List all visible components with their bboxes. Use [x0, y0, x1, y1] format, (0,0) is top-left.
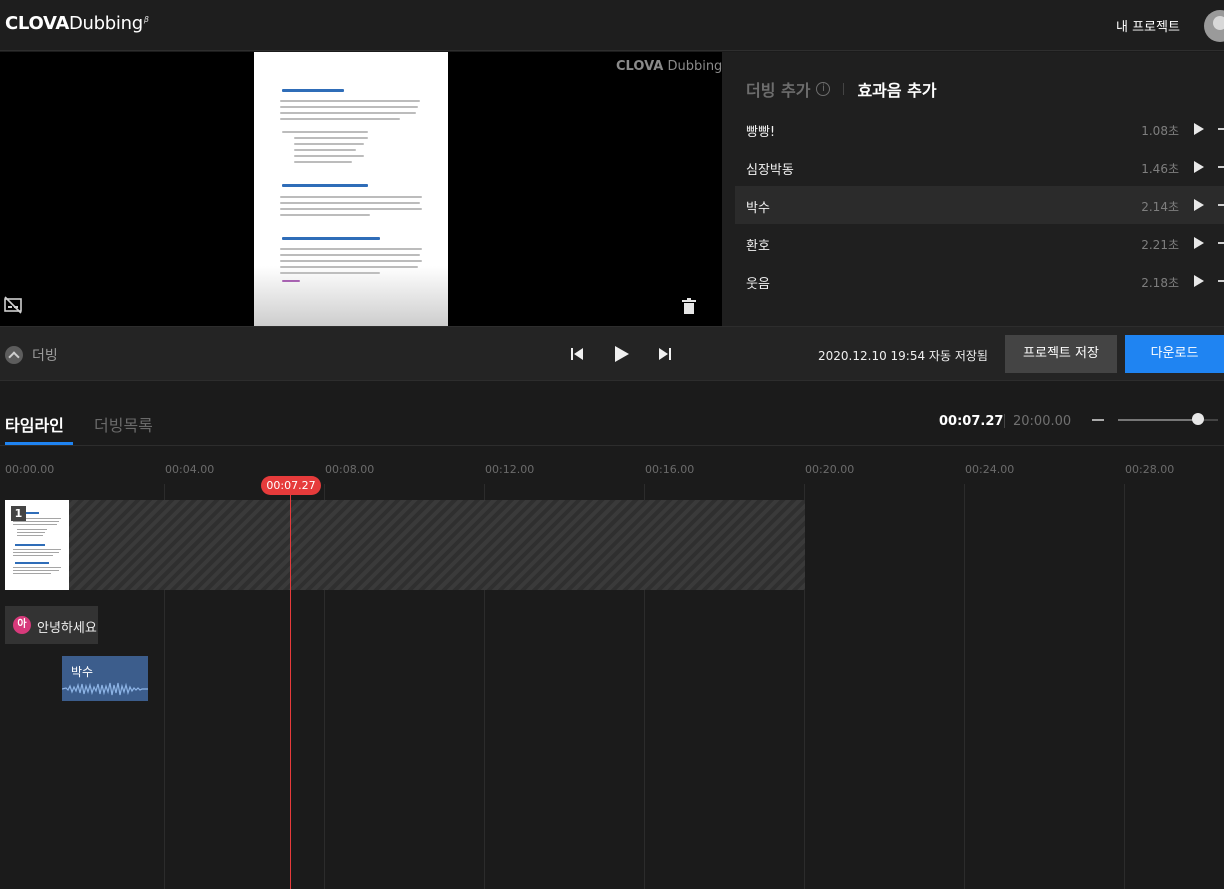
- time-ruler-tick: 00:24.00: [965, 463, 1015, 476]
- total-time: 20:00.00: [1013, 414, 1072, 429]
- watermark-main: CLOVA: [616, 59, 664, 74]
- sound-effect-clip-label: 박수: [71, 665, 94, 679]
- time-ruler-tick: 00:12.00: [485, 463, 535, 476]
- active-tab-indicator: [5, 442, 73, 445]
- my-projects-link[interactable]: 내 프로젝트: [1116, 16, 1180, 35]
- preview-document-page: [254, 52, 448, 326]
- info-icon[interactable]: i: [816, 82, 831, 96]
- autosave-status: 2020.12.10 19:54 자동 저장됨: [818, 349, 988, 363]
- collapse-label: 더빙: [32, 348, 58, 364]
- time-ruler-tick: 00:16.00: [645, 463, 695, 476]
- logo-beta-mark: β: [143, 15, 149, 24]
- sound-effects-panel: 더빙 추가 i 효과음 추가 빵빵! 1.08초 심장박동 1.46초 박수 2…: [722, 52, 1224, 326]
- sound-effect-name: 빵빵!: [746, 125, 776, 140]
- zoom-slider-fill: [1118, 419, 1198, 421]
- sound-effect-clip[interactable]: 박수: [62, 656, 148, 701]
- dubbing-clip-text: 안녕하세요: [37, 621, 97, 636]
- panel-tabs: 더빙 추가 i 효과음 추가: [746, 77, 937, 101]
- tab-dubbing-list[interactable]: 더빙목록: [94, 412, 153, 436]
- sound-effect-duration: 2.14초: [1141, 200, 1179, 214]
- dubbing-clip[interactable]: 아 안녕하세요: [5, 606, 98, 644]
- play-icon[interactable]: [612, 345, 630, 363]
- add-icon[interactable]: [1218, 128, 1224, 130]
- playhead-line[interactable]: [290, 485, 291, 889]
- sound-effect-list: 빵빵! 1.08초 심장박동 1.46초 박수 2.14초 환호 2.21초 웃…: [735, 110, 1224, 300]
- sound-effect-item[interactable]: 심장박동 1.46초: [735, 148, 1224, 186]
- subtitle-off-icon[interactable]: [4, 296, 22, 314]
- video-preview: CLOVA Dubbing: [0, 52, 722, 326]
- save-project-button[interactable]: 프로젝트 저장: [1005, 335, 1117, 373]
- sound-effect-name: 박수: [746, 201, 770, 216]
- play-icon[interactable]: [1194, 199, 1204, 211]
- sound-effect-item[interactable]: 환호 2.21초: [735, 224, 1224, 262]
- clip-number-badge: 1: [11, 506, 26, 521]
- play-icon[interactable]: [1194, 161, 1204, 173]
- timeline-track-area[interactable]: 00:00.00 00:04.00 00:08.00 00:12.00 00:16.00…: [0, 447, 1224, 889]
- watermark-sub: Dubbing: [667, 59, 722, 74]
- tab-add-dubbing[interactable]: 더빙 추가: [746, 77, 810, 101]
- time-ruler-tick: 00:04.00: [165, 463, 215, 476]
- tab-timeline[interactable]: 타임라인: [5, 412, 64, 436]
- download-button[interactable]: 다운로드: [1125, 335, 1224, 373]
- tab-add-sound-effect[interactable]: 효과음 추가: [857, 77, 936, 101]
- time-ruler-tick: 00:08.00: [325, 463, 375, 476]
- sound-effect-duration: 1.46초: [1141, 162, 1179, 176]
- sound-effect-duration: 2.21초: [1141, 238, 1179, 252]
- voice-avatar: 아: [13, 616, 31, 634]
- current-time: 00:07.27: [939, 414, 1004, 429]
- preview-watermark: CLOVA Dubbing: [616, 59, 722, 74]
- sound-effect-item[interactable]: 빵빵! 1.08초: [735, 110, 1224, 148]
- play-icon[interactable]: [1194, 237, 1204, 249]
- chevron-up-icon: [5, 346, 23, 364]
- tab-divider: [843, 83, 845, 95]
- time-ruler-tick: 00:00.00: [5, 463, 55, 476]
- zoom-out-icon[interactable]: [1092, 419, 1104, 421]
- app-logo[interactable]: CLOVADubbingβ: [5, 13, 149, 34]
- sound-effect-item-selected[interactable]: 박수 2.14초: [735, 186, 1224, 224]
- playhead-time-label[interactable]: 00:07.27: [261, 476, 321, 495]
- timeline-header: 타임라인 더빙목록 00:07.27 20:00.00: [0, 382, 1224, 446]
- play-icon[interactable]: [1194, 123, 1204, 135]
- sound-effect-duration: 1.08초: [1141, 124, 1179, 138]
- add-icon[interactable]: [1218, 166, 1224, 168]
- add-icon[interactable]: [1218, 242, 1224, 244]
- video-clip[interactable]: 1: [5, 500, 805, 590]
- time-ruler-tick: 00:28.00: [1125, 463, 1175, 476]
- skip-back-icon[interactable]: [568, 345, 586, 363]
- sound-effect-name: 웃음: [746, 277, 770, 292]
- time-gridline: [964, 484, 965, 889]
- user-avatar[interactable]: [1204, 10, 1224, 42]
- sound-effect-name: 심장박동: [746, 163, 794, 178]
- dubbing-collapse-toggle[interactable]: 더빙: [5, 345, 58, 365]
- add-icon[interactable]: [1218, 280, 1224, 282]
- playback-control-bar: 더빙 2020.12.10 19:54 자동 저장됨 프로젝트 저장 다운로드: [0, 326, 1224, 381]
- time-gridline: [1124, 484, 1125, 889]
- logo-main-text: CLOVA: [5, 13, 69, 34]
- time-ruler-tick: 00:20.00: [805, 463, 855, 476]
- time-divider: [1004, 414, 1005, 428]
- sound-effect-name: 환호: [746, 239, 770, 254]
- zoom-slider-handle[interactable]: [1192, 413, 1204, 425]
- logo-sub-text: Dubbing: [69, 13, 143, 34]
- waveform-icon: [62, 682, 148, 696]
- play-icon[interactable]: [1194, 275, 1204, 287]
- top-bar: CLOVADubbingβ 내 프로젝트: [0, 0, 1224, 51]
- sound-effect-item[interactable]: 웃음 2.18초: [735, 262, 1224, 300]
- skip-forward-icon[interactable]: [656, 345, 674, 363]
- sound-effect-duration: 2.18초: [1141, 276, 1179, 290]
- add-icon[interactable]: [1218, 204, 1224, 206]
- trash-icon[interactable]: [681, 297, 697, 315]
